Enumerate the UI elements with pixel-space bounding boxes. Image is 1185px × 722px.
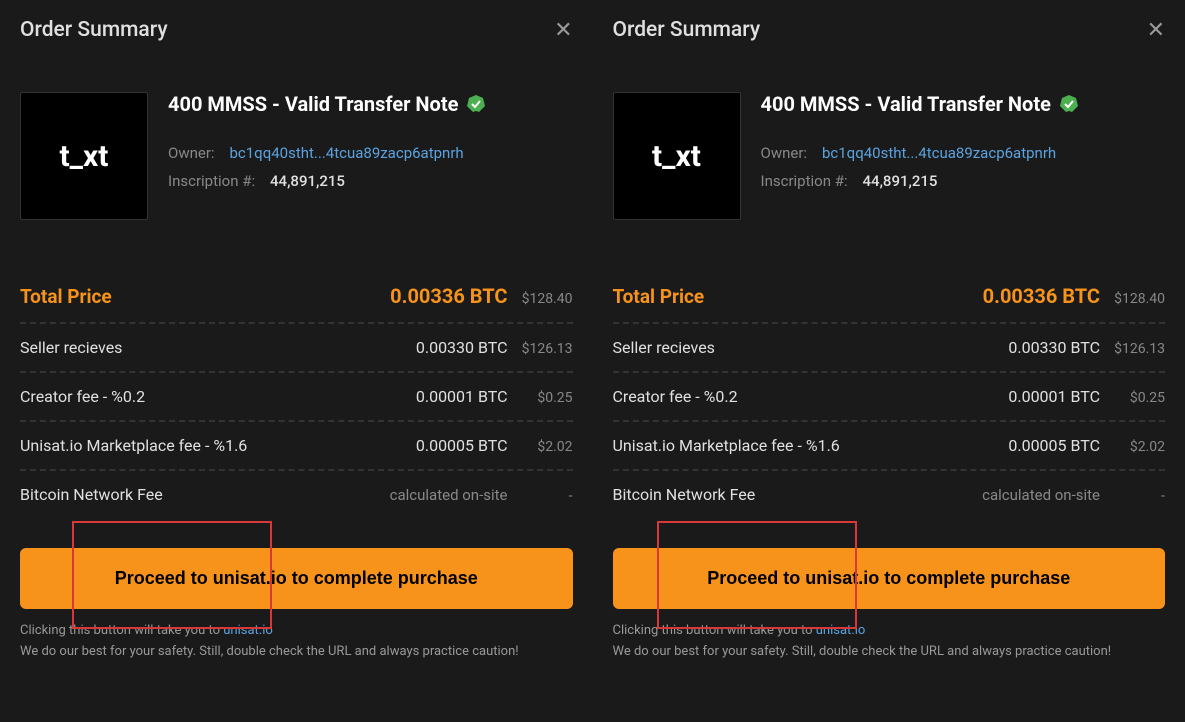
- creator-label: Creator fee - %0.2: [20, 387, 378, 406]
- inscription-row: Inscription #: 44,891,215: [761, 172, 1166, 190]
- verified-icon: [466, 94, 486, 114]
- network-btc: calculated on-site: [970, 486, 1100, 504]
- order-summary-panel: Order Summary ✕ t_xt 400 MMSS - Valid Tr…: [0, 0, 593, 722]
- creator-fee-row: Creator fee - %0.2 0.00001 BTC $0.25: [613, 373, 1166, 422]
- seller-row: Seller recieves 0.00330 BTC $126.13: [20, 324, 573, 373]
- proceed-button[interactable]: Proceed to unisat.io to complete purchas…: [613, 548, 1166, 609]
- market-fee-row: Unisat.io Marketplace fee - %1.6 0.00005…: [613, 422, 1166, 471]
- disclaimer-line2: We do our best for your safety. Still, d…: [613, 644, 1112, 659]
- inscription-label: Inscription #:: [761, 172, 848, 190]
- disclaimer-link[interactable]: unisat.io: [816, 623, 866, 638]
- item-info: 400 MMSS - Valid Transfer Note Owner: bc…: [761, 92, 1166, 220]
- disclaimer: Clicking this button will take you to un…: [20, 621, 573, 663]
- creator-fee-row: Creator fee - %0.2 0.00001 BTC $0.25: [20, 373, 573, 422]
- inscription-label: Inscription #:: [168, 172, 255, 190]
- inscription-value: 44,891,215: [270, 172, 345, 190]
- disclaimer-prefix: Clicking this button will take you to: [20, 623, 223, 638]
- proceed-button[interactable]: Proceed to unisat.io to complete purchas…: [20, 548, 573, 609]
- owner-link[interactable]: bc1qq40stht...4tcua89zacp6atpnrh: [229, 144, 463, 162]
- market-usd: $2.02: [508, 439, 573, 455]
- total-label: Total Price: [20, 285, 378, 308]
- order-summary-panel: Order Summary ✕ t_xt 400 MMSS - Valid Tr…: [593, 0, 1185, 722]
- total-usd: $128.40: [1100, 291, 1165, 307]
- verified-icon: [1059, 94, 1079, 114]
- owner-row: Owner: bc1qq40stht...4tcua89zacp6atpnrh: [168, 144, 573, 162]
- market-btc: 0.00005 BTC: [378, 436, 508, 455]
- panel-header: Order Summary ✕: [20, 18, 573, 42]
- network-usd: -: [508, 488, 573, 504]
- close-button[interactable]: ✕: [1147, 19, 1165, 41]
- seller-row: Seller recieves 0.00330 BTC $126.13: [613, 324, 1166, 373]
- network-label: Bitcoin Network Fee: [613, 485, 971, 504]
- creator-btc: 0.00001 BTC: [378, 387, 508, 406]
- disclaimer-prefix: Clicking this button will take you to: [613, 623, 816, 638]
- total-btc: 0.00336 BTC: [378, 284, 508, 308]
- price-section: Total Price 0.00336 BTC $128.40 Seller r…: [20, 270, 573, 518]
- disclaimer: Clicking this button will take you to un…: [613, 621, 1166, 663]
- seller-btc: 0.00330 BTC: [378, 338, 508, 357]
- total-btc: 0.00336 BTC: [970, 284, 1100, 308]
- inscription-row: Inscription #: 44,891,215: [168, 172, 573, 190]
- total-price-row: Total Price 0.00336 BTC $128.40: [20, 270, 573, 324]
- total-label: Total Price: [613, 285, 971, 308]
- owner-row: Owner: bc1qq40stht...4tcua89zacp6atpnrh: [761, 144, 1166, 162]
- network-btc: calculated on-site: [378, 486, 508, 504]
- market-label: Unisat.io Marketplace fee - %1.6: [20, 436, 378, 455]
- price-section: Total Price 0.00336 BTC $128.40 Seller r…: [613, 270, 1166, 518]
- market-fee-row: Unisat.io Marketplace fee - %1.6 0.00005…: [20, 422, 573, 471]
- owner-label: Owner:: [761, 144, 808, 162]
- market-btc: 0.00005 BTC: [970, 436, 1100, 455]
- item-info: 400 MMSS - Valid Transfer Note Owner: bc…: [168, 92, 573, 220]
- network-label: Bitcoin Network Fee: [20, 485, 378, 504]
- close-icon: ✕: [554, 17, 572, 42]
- proceed-wrapper: Proceed to unisat.io to complete purchas…: [20, 548, 573, 609]
- disclaimer-line2: We do our best for your safety. Still, d…: [20, 644, 519, 659]
- seller-usd: $126.13: [1100, 341, 1165, 357]
- creator-usd: $0.25: [1100, 390, 1165, 406]
- panel-title: Order Summary: [613, 18, 761, 42]
- network-fee-row: Bitcoin Network Fee calculated on-site -: [20, 471, 573, 518]
- item-row: t_xt 400 MMSS - Valid Transfer Note Owne…: [20, 92, 573, 220]
- market-label: Unisat.io Marketplace fee - %1.6: [613, 436, 971, 455]
- item-title: 400 MMSS - Valid Transfer Note: [168, 92, 458, 116]
- creator-btc: 0.00001 BTC: [970, 387, 1100, 406]
- close-icon: ✕: [1147, 17, 1165, 42]
- owner-label: Owner:: [168, 144, 215, 162]
- item-thumbnail: t_xt: [20, 92, 148, 220]
- seller-btc: 0.00330 BTC: [970, 338, 1100, 357]
- panel-title: Order Summary: [20, 18, 168, 42]
- panel-header: Order Summary ✕: [613, 18, 1166, 42]
- seller-usd: $126.13: [508, 341, 573, 357]
- close-button[interactable]: ✕: [554, 19, 572, 41]
- network-usd: -: [1100, 488, 1165, 504]
- total-usd: $128.40: [508, 291, 573, 307]
- seller-label: Seller recieves: [20, 338, 378, 357]
- market-usd: $2.02: [1100, 439, 1165, 455]
- proceed-wrapper: Proceed to unisat.io to complete purchas…: [613, 548, 1166, 609]
- owner-link[interactable]: bc1qq40stht...4tcua89zacp6atpnrh: [822, 144, 1056, 162]
- item-row: t_xt 400 MMSS - Valid Transfer Note Owne…: [613, 92, 1166, 220]
- seller-label: Seller recieves: [613, 338, 971, 357]
- disclaimer-link[interactable]: unisat.io: [223, 623, 273, 638]
- item-thumbnail: t_xt: [613, 92, 741, 220]
- item-title-row: 400 MMSS - Valid Transfer Note: [168, 92, 573, 116]
- creator-label: Creator fee - %0.2: [613, 387, 971, 406]
- item-title-row: 400 MMSS - Valid Transfer Note: [761, 92, 1166, 116]
- inscription-value: 44,891,215: [863, 172, 938, 190]
- creator-usd: $0.25: [508, 390, 573, 406]
- network-fee-row: Bitcoin Network Fee calculated on-site -: [613, 471, 1166, 518]
- total-price-row: Total Price 0.00336 BTC $128.40: [613, 270, 1166, 324]
- item-title: 400 MMSS - Valid Transfer Note: [761, 92, 1051, 116]
